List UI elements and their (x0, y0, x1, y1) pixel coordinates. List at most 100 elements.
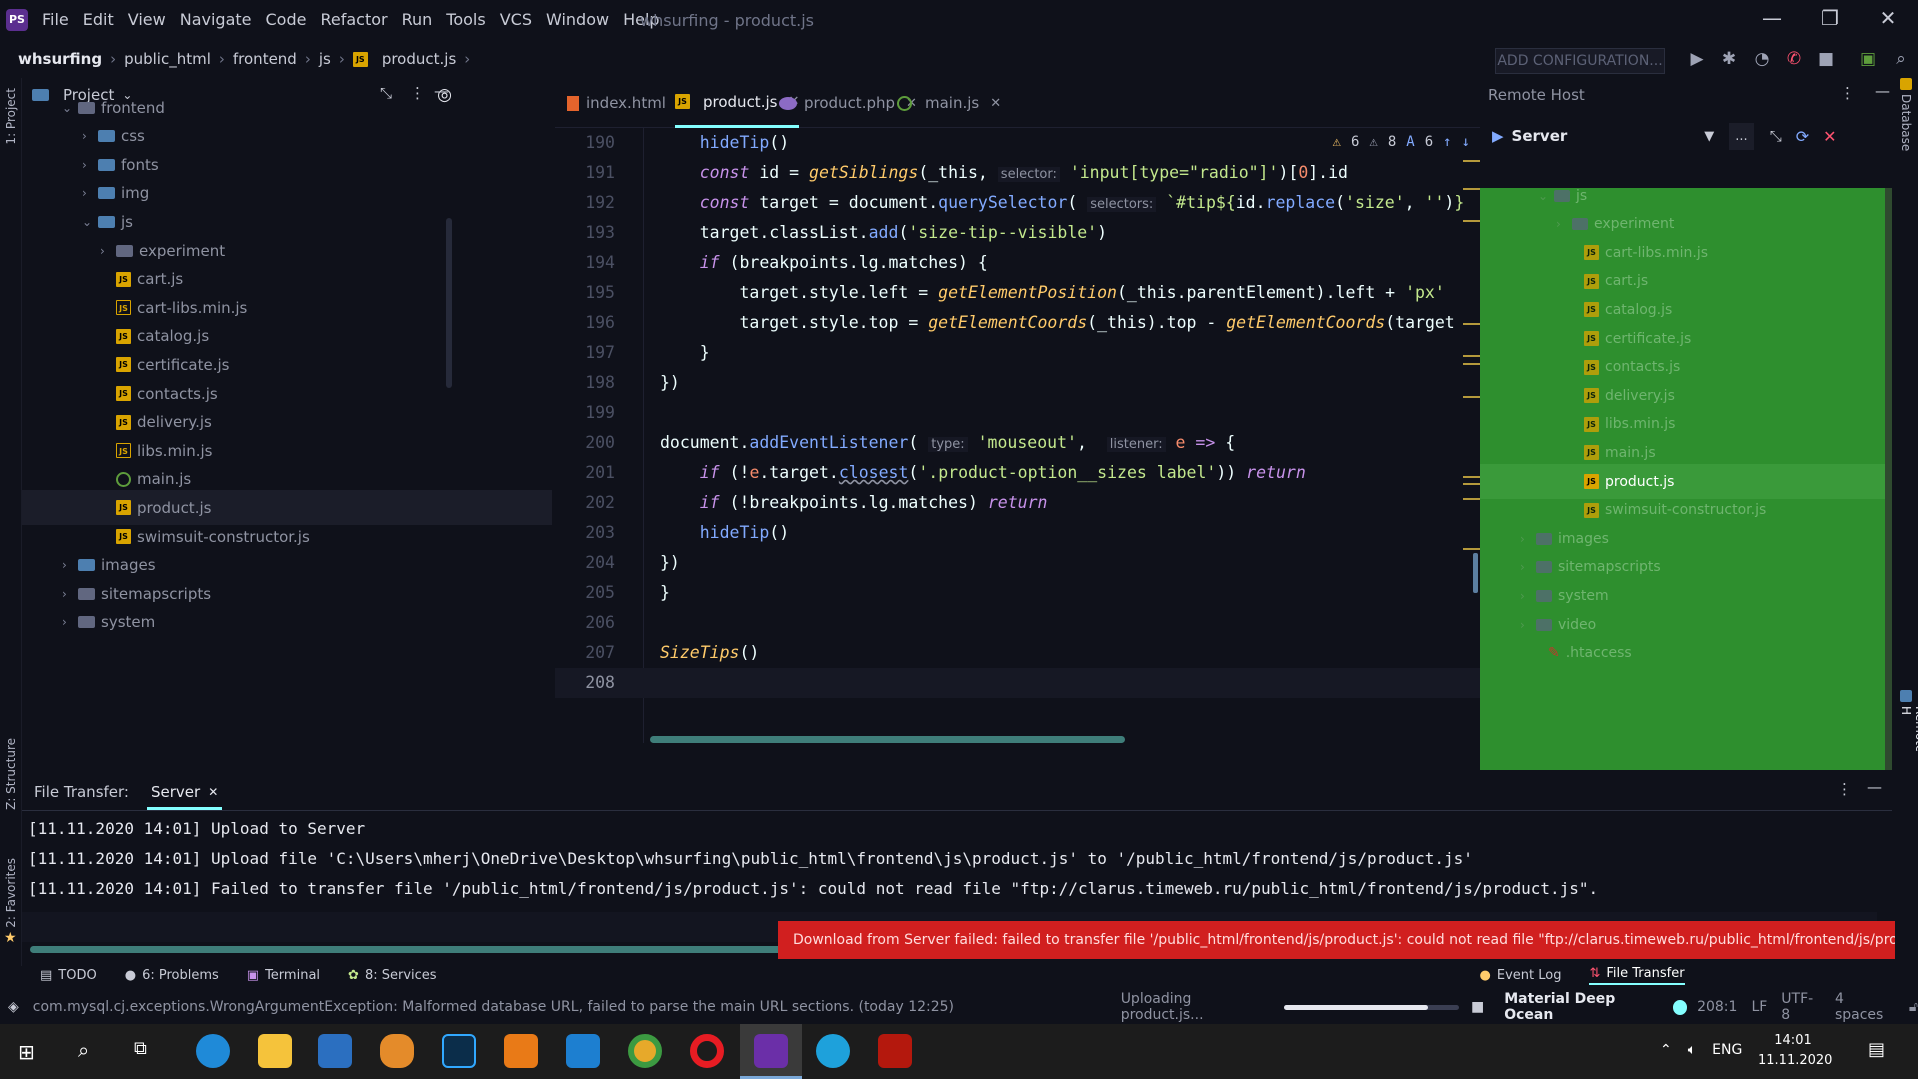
server-select[interactable]: Server (1512, 127, 1568, 145)
lock-icon[interactable]: 🔓︎ (1909, 999, 1918, 1015)
menu-window[interactable]: Window (546, 10, 609, 29)
problems-tool-button[interactable]: ● 6: Problems (125, 968, 219, 983)
more-options-icon[interactable]: ⋮ (1840, 84, 1855, 102)
search-icon[interactable]: ⌕ (78, 1038, 89, 1062)
input-language[interactable]: ENG (1712, 1042, 1742, 1058)
filezilla-icon[interactable] (878, 1034, 912, 1068)
windows-start-icon[interactable]: ⊞ (18, 1040, 35, 1064)
terminal-tool-button[interactable]: ▣ Terminal (247, 968, 320, 983)
remote-tree-scrollbar[interactable] (1885, 188, 1892, 770)
tab-server[interactable]: Server ✕ (146, 775, 223, 810)
breadcrumb-file[interactable]: product.js (382, 50, 456, 68)
fish-app-icon[interactable] (380, 1034, 414, 1068)
warning-marker[interactable] (1463, 160, 1480, 162)
chevron-right-icon[interactable]: › (62, 615, 78, 629)
warning-marker[interactable] (1463, 363, 1480, 365)
opera-icon[interactable] (690, 1034, 724, 1068)
chevron-right-icon[interactable]: › (1520, 532, 1536, 546)
log-horizontal-scrollbar[interactable] (30, 946, 790, 953)
warning-marker[interactable] (1463, 548, 1480, 550)
task-view-icon[interactable]: ⧉ (134, 1038, 147, 1059)
theme-icon[interactable] (1672, 999, 1688, 1015)
warning-marker[interactable] (1463, 396, 1480, 398)
menu-view[interactable]: View (128, 10, 166, 29)
menu-edit[interactable]: Edit (83, 10, 114, 29)
chevron-down-icon[interactable]: ⌄ (82, 215, 98, 229)
menu-refactor[interactable]: Refactor (320, 10, 387, 29)
sublime-text-icon[interactable] (504, 1034, 538, 1068)
php-listen-debug-icon[interactable]: ✆ (1783, 49, 1805, 69)
tab-main-js[interactable]: main.js ✕ (897, 78, 1001, 128)
todo-tool-button[interactable]: ▤ TODO (40, 968, 97, 983)
cancel-upload-icon[interactable]: ■ (1471, 999, 1484, 1015)
disconnect-icon[interactable]: ✕ (1823, 127, 1836, 146)
chevron-up-icon[interactable]: ⌃ (1660, 1042, 1672, 1058)
hide-panel-icon[interactable]: — (1875, 82, 1890, 100)
edge-icon[interactable] (196, 1034, 230, 1068)
more-options-icon[interactable]: ⋮ (1837, 780, 1852, 798)
caret-position[interactable]: 208:1 (1697, 999, 1737, 1015)
chevron-down-icon[interactable]: ▼ (1704, 129, 1714, 144)
chevron-down-icon[interactable]: ⌄ (1538, 189, 1554, 203)
close-icon[interactable]: ✕ (208, 785, 218, 799)
services-tool-button[interactable]: ✿ 8: Services (348, 968, 437, 983)
warning-marker[interactable] (1463, 498, 1480, 500)
photoshop-icon[interactable] (442, 1034, 476, 1068)
warning-marker[interactable] (1463, 323, 1480, 325)
warning-marker[interactable] (1463, 188, 1480, 190)
chevron-right-icon[interactable]: › (62, 587, 78, 601)
indent-setting[interactable]: 4 spaces (1835, 991, 1895, 1023)
theme-label[interactable]: Material Deep Ocean (1504, 991, 1664, 1023)
project-tool-tab[interactable]: 1: Project (4, 88, 18, 145)
editor-vertical-scrollbar[interactable] (1473, 553, 1478, 593)
remote-item--htaccess[interactable]: ✎ .htaccess (1480, 636, 1892, 671)
tree-item-system[interactable]: › system (22, 605, 552, 640)
debug-icon[interactable]: ✱ (1718, 49, 1740, 69)
breadcrumb-public-html[interactable]: public_html (124, 50, 211, 68)
file-encoding[interactable]: UTF-8 (1781, 991, 1821, 1023)
maximize-button[interactable]: ❐ (1800, 6, 1860, 30)
chrome-icon[interactable] (628, 1034, 662, 1068)
error-notification[interactable]: Download from Server failed: failed to t… (778, 921, 1895, 959)
run-icon[interactable]: ▶ (1686, 49, 1708, 69)
close-icon[interactable]: ✕ (990, 96, 1001, 111)
warning-marker[interactable] (1463, 483, 1480, 485)
chevron-down-icon[interactable]: ⌄ (62, 101, 78, 115)
volume-icon[interactable]: 🔈︎ (1688, 1042, 1696, 1058)
notification-icon[interactable]: ▤ (1868, 1039, 1885, 1060)
breadcrumb-js[interactable]: js (319, 50, 331, 68)
structure-tool-tab[interactable]: Z: Structure (4, 738, 18, 810)
chevron-right-icon[interactable]: › (1556, 217, 1572, 231)
file-explorer-icon[interactable] (258, 1034, 292, 1068)
breadcrumb-frontend[interactable]: frontend (233, 50, 297, 68)
database-tool-tab[interactable]: Database (1899, 94, 1913, 151)
search-icon[interactable]: ⌕ (1890, 49, 1912, 69)
warning-marker[interactable] (1463, 220, 1480, 222)
chevron-right-icon[interactable]: › (1520, 560, 1536, 574)
code-editor[interactable]: ⚠6 ⚠8 A6 ↑ ↓ 189 190 191 192 193 194 195… (555, 128, 1480, 743)
phpstorm-icon[interactable] (754, 1034, 788, 1068)
remote-host-tool-tab[interactable]: Remote H (1899, 706, 1918, 751)
browse-button[interactable]: ... (1729, 122, 1754, 150)
code-lines[interactable]: if (!_this) return hideTip() const id = … (633, 128, 1480, 698)
close-window-button[interactable]: ✕ (1858, 6, 1918, 30)
chevron-right-icon[interactable]: › (62, 558, 78, 572)
hide-panel-icon[interactable]: — (1867, 778, 1882, 796)
clock[interactable]: 14:01 11.11.2020 (1758, 1031, 1832, 1071)
stop-icon[interactable]: ■ (1815, 49, 1837, 69)
collapse-all-icon[interactable]: ⤡ (1770, 127, 1782, 145)
menu-navigate[interactable]: Navigate (180, 10, 252, 29)
project-scrollbar[interactable] (446, 218, 452, 388)
status-message[interactable]: com.mysql.cj.exceptions.WrongArgumentExc… (33, 999, 1121, 1015)
chevron-right-icon[interactable]: › (100, 244, 116, 258)
breadcrumb-project[interactable]: whsurfing (18, 50, 102, 68)
tab-index-html[interactable]: index.html ✕ (567, 78, 688, 128)
menu-run[interactable]: Run (402, 10, 433, 29)
refresh-icon[interactable]: ⟳ (1796, 127, 1809, 146)
vscode-icon[interactable] (566, 1034, 600, 1068)
menu-vcs[interactable]: VCS (500, 10, 532, 29)
file-transfer-tool-button[interactable]: ⇅ File Transfer (1589, 966, 1685, 985)
event-log-tool-button[interactable]: ● Event Log (1480, 968, 1562, 983)
line-separator[interactable]: LF (1751, 999, 1767, 1015)
editor-horizontal-scrollbar[interactable] (650, 736, 1125, 743)
